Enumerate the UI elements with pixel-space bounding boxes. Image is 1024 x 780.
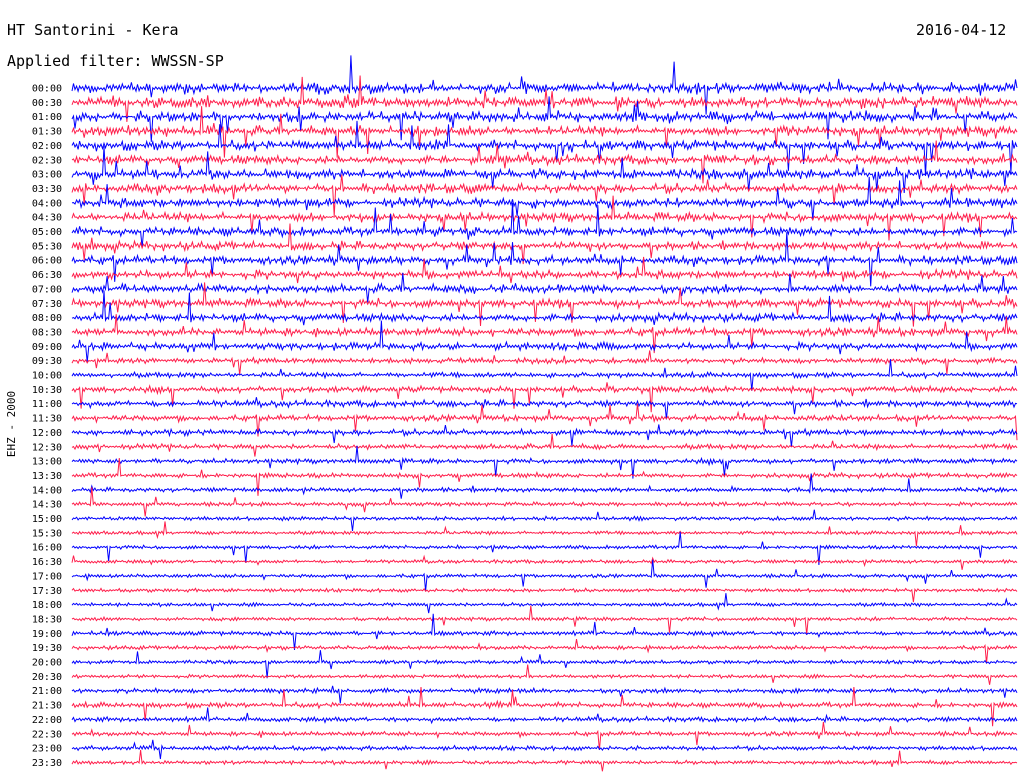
row-time-label: 17:30 [32, 586, 62, 597]
trace-line [71, 202, 1018, 248]
row-time-label: 14:30 [32, 500, 62, 511]
trace-line [71, 473, 1018, 499]
trace-line [71, 721, 1018, 751]
trace-line [71, 639, 1018, 664]
trace-line [71, 403, 1018, 441]
trace-line [71, 559, 1018, 592]
helicorder-plot: 00:00 00:30 01:00 01:30 02:00 02:30 03:00 03:30… [32, 55, 1018, 772]
row-time-label: 08:30 [32, 327, 62, 338]
trace-line [71, 320, 1018, 363]
row-time-label: 23:30 [32, 758, 62, 769]
row-time-label: 05:00 [32, 227, 62, 238]
row-time-label: 04:00 [32, 198, 62, 209]
row-time-label: 15:00 [32, 514, 62, 525]
row-time-label: 06:00 [32, 256, 62, 267]
trace-line [71, 707, 1018, 725]
row-time-label: 13:30 [32, 471, 62, 482]
trace-line [71, 587, 1018, 603]
row-time-label: 21:30 [32, 701, 62, 712]
row-time-label: 12:30 [32, 442, 62, 453]
row-time-label: 10:30 [32, 385, 62, 396]
trace-line [71, 232, 1018, 287]
row-time-label: 01:00 [32, 112, 62, 123]
row-time-label: 11:00 [32, 399, 62, 410]
row-time-label: 09:30 [32, 356, 62, 367]
row-time-label: 19:30 [32, 643, 62, 654]
row-time-label: 00:30 [32, 98, 62, 109]
row-time-label: 04:30 [32, 213, 62, 224]
row-time-label: 21:00 [32, 686, 62, 697]
row-time-label: 00:00 [32, 84, 62, 95]
trace-rows [71, 55, 1018, 772]
row-time-label: 02:00 [32, 141, 62, 152]
row-time-label: 09:00 [32, 342, 62, 353]
trace-line [71, 350, 1018, 375]
trace-line [71, 605, 1018, 635]
row-time-label: 23:00 [32, 744, 62, 755]
trace-line [71, 531, 1018, 566]
row-time-label: 03:00 [32, 170, 62, 181]
row-time-label: 19:00 [32, 629, 62, 640]
trace-line [71, 433, 1018, 457]
row-time-label: 08:00 [32, 313, 62, 324]
row-time-label: 15:30 [32, 528, 62, 539]
trace-line [71, 650, 1018, 679]
row-time-label: 17:00 [32, 571, 62, 582]
row-time-label: 13:00 [32, 457, 62, 468]
row-time-label: 18:00 [32, 600, 62, 611]
trace-line [71, 120, 1018, 176]
trace-line [71, 593, 1018, 614]
trace-line [71, 554, 1018, 570]
row-time-label: 05:30 [32, 241, 62, 252]
row-time-label: 01:30 [32, 127, 62, 138]
trace-line [71, 509, 1018, 531]
row-time-label: 22:30 [32, 729, 62, 740]
row-time-label: 06:30 [32, 270, 62, 281]
trace-line [71, 613, 1018, 651]
row-labels: 00:00 00:30 01:00 01:30 02:00 02:30 03:00 03:30… [32, 84, 62, 769]
row-time-label: 18:30 [32, 614, 62, 625]
row-time-label: 12:00 [32, 428, 62, 439]
row-time-label: 16:30 [32, 557, 62, 568]
row-time-label: 16:00 [32, 543, 62, 554]
row-time-label: 11:30 [32, 414, 62, 425]
trace-line [71, 290, 1018, 326]
row-time-label: 20:00 [32, 658, 62, 669]
trace-line [71, 750, 1018, 772]
row-time-label: 03:30 [32, 184, 62, 195]
row-time-label: 10:00 [32, 371, 62, 382]
trace-line [71, 359, 1018, 391]
row-time-label: 14:00 [32, 485, 62, 496]
trace-line [71, 739, 1018, 760]
row-time-label: 07:00 [32, 284, 62, 295]
row-time-label: 20:30 [32, 672, 62, 683]
row-time-label: 07:30 [32, 299, 62, 310]
trace-line [71, 685, 1018, 704]
trace-line [71, 174, 1018, 217]
row-time-label: 02:30 [32, 155, 62, 166]
row-time-label: 22:00 [32, 715, 62, 726]
trace-line [71, 382, 1018, 413]
trace-line [71, 521, 1018, 547]
trace-line [71, 664, 1018, 685]
